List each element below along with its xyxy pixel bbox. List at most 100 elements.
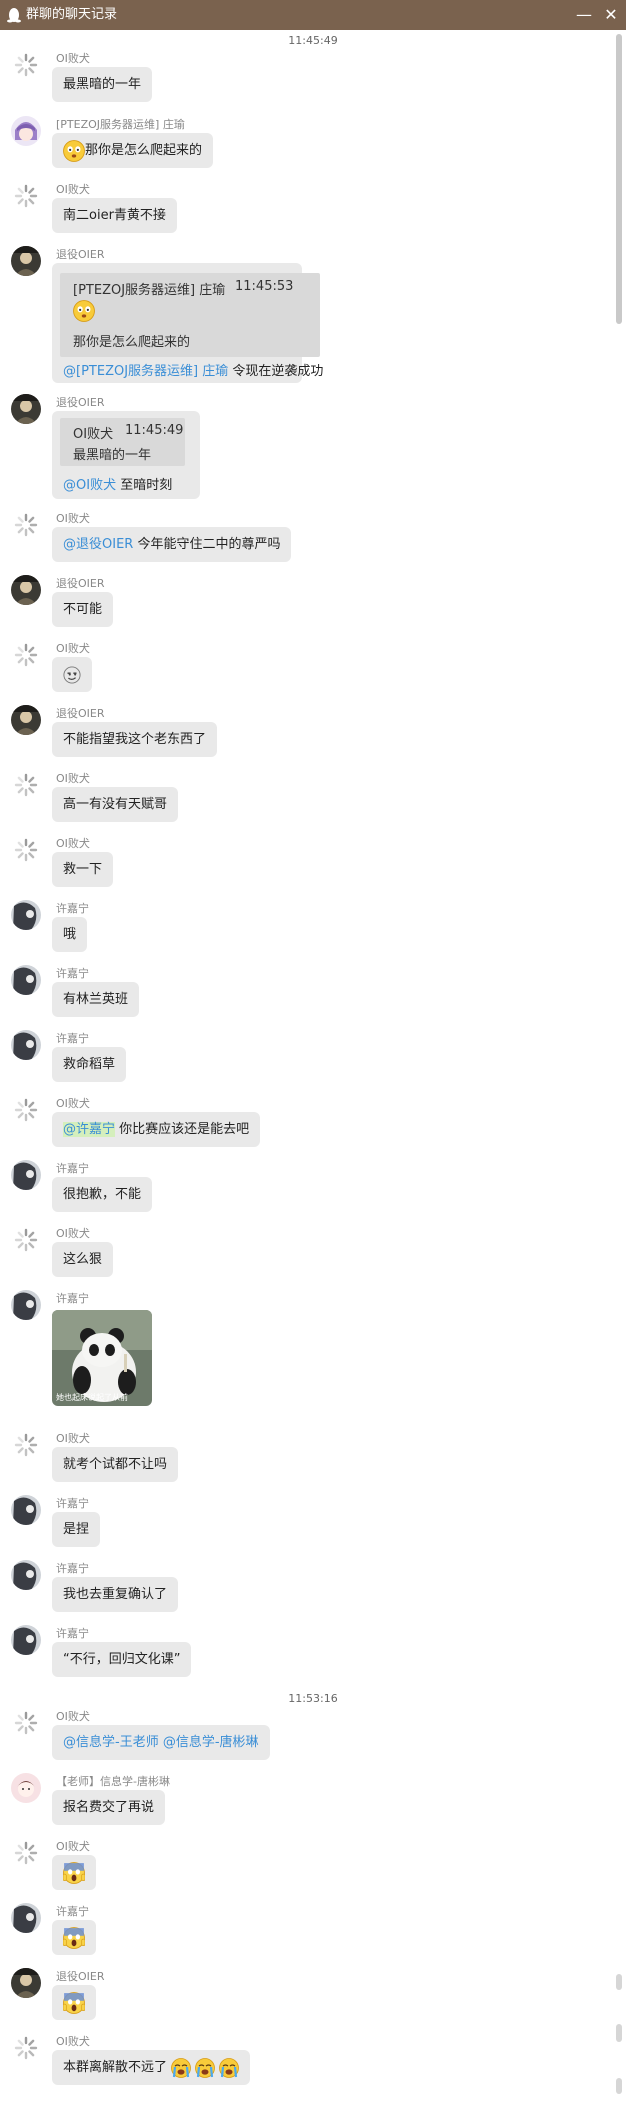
message-text: 今年能守住二中的尊严吗: [137, 537, 281, 552]
scream-emoji-icon: [63, 1861, 85, 1884]
message-bubble[interactable]: [52, 1920, 96, 1955]
user-avatar[interactable]: [11, 1160, 41, 1190]
quote-text: 那你是怎么爬起来的: [73, 335, 191, 350]
sender-name: 许嘉宁: [56, 1905, 89, 1918]
message-bubble[interactable]: [52, 1985, 96, 2020]
message-bubble[interactable]: 南二oier青黄不接: [52, 198, 177, 233]
scrollbar-track[interactable]: [614, 30, 626, 2116]
user-avatar[interactable]: [11, 1495, 41, 1525]
sender-name: 退役OIER: [56, 577, 105, 590]
mention-link[interactable]: @[PTEZOJ服务器运维] 庄瑜: [63, 364, 228, 379]
message-bubble[interactable]: 本群离解散不远了: [52, 2050, 251, 2085]
message-bubble[interactable]: 就考个试都不让吗: [52, 1447, 179, 1482]
message-bubble[interactable]: @信息学-王老师 @信息学-唐彬琳: [52, 1725, 270, 1760]
user-avatar[interactable]: [11, 1625, 41, 1655]
user-avatar[interactable]: [11, 1290, 41, 1320]
user-avatar[interactable]: [11, 575, 41, 605]
loading-avatar-icon[interactable]: [11, 181, 41, 211]
quoted-message[interactable]: [PTEZOJ服务器运维] 庄瑜 11:45:53 那你是怎么爬起来的: [60, 273, 320, 357]
quoted-message[interactable]: OI败犬 11:45:49 最黑暗的一年: [60, 418, 185, 466]
window-title: 群聊的聊天记录: [26, 7, 118, 22]
sender-name: OI败犬: [56, 512, 90, 525]
message-bubble[interactable]: 不能指望我这个老东西了: [52, 722, 218, 757]
loading-avatar-icon[interactable]: [11, 1838, 41, 1868]
message-bubble[interactable]: 最黑暗的一年: [52, 67, 153, 102]
sender-name: 【老师】信息学-唐彬琳: [56, 1775, 170, 1788]
loading-avatar-icon[interactable]: [11, 640, 41, 670]
loading-avatar-icon[interactable]: [11, 1225, 41, 1255]
message-bubble[interactable]: 很抱歉，不能: [52, 1177, 153, 1212]
mention-link[interactable]: @退役OIER: [63, 537, 133, 552]
message-bubble[interactable]: 高一有没有天赋哥: [52, 787, 179, 822]
message-bubble[interactable]: 这么狠: [52, 1242, 114, 1277]
sender-name: 退役OIER: [56, 396, 105, 409]
message-bubble[interactable]: “不行，回归文化课”: [52, 1642, 192, 1677]
scrollbar-segment: [616, 1974, 622, 1990]
message-bubble[interactable]: 哦: [52, 917, 88, 952]
message-bubble[interactable]: 救命稻草: [52, 1047, 127, 1082]
loading-avatar-icon[interactable]: [11, 835, 41, 865]
mention-link[interactable]: @许嘉宁: [63, 1122, 116, 1137]
message-bubble[interactable]: 救一下: [52, 852, 114, 887]
message-text: 这么狠: [63, 1252, 103, 1267]
scrollbar-thumb[interactable]: [616, 34, 622, 324]
message-text: 报名费交了再说: [63, 1800, 155, 1815]
minimize-button[interactable]: —: [571, 3, 597, 27]
user-avatar[interactable]: [11, 705, 41, 735]
loading-avatar-icon[interactable]: [11, 1095, 41, 1125]
mention-link[interactable]: @信息学-王老师: [63, 1735, 159, 1750]
teacher-avatar[interactable]: [11, 1773, 41, 1803]
user-avatar[interactable]: [11, 394, 41, 424]
sender-name: 许嘉宁: [56, 1162, 89, 1175]
user-avatar[interactable]: [11, 246, 41, 276]
mention-link[interactable]: @OI败犬: [63, 478, 116, 493]
message-text: 救命稻草: [63, 1057, 116, 1072]
sender-name: OI败犬: [56, 772, 90, 785]
loading-avatar-icon[interactable]: [11, 1430, 41, 1460]
smirk-emoji-icon: [63, 665, 81, 684]
quote-text: 最黑暗的一年: [73, 448, 152, 463]
message-bubble[interactable]: @许嘉宁 你比赛应该还是能去吧: [52, 1112, 261, 1147]
message-text: 令现在逆袭成功: [232, 364, 324, 379]
message-bubble[interactable]: 报名费交了再说: [52, 1790, 166, 1825]
sender-name: OI败犬: [56, 1227, 90, 1240]
message-text: 南二oier青黄不接: [63, 208, 166, 223]
scream-emoji-icon: [63, 1926, 85, 1949]
message-bubble[interactable]: 是捏: [52, 1512, 101, 1547]
scrollbar-segment: [616, 2078, 622, 2094]
anime-girl-avatar[interactable]: [11, 116, 41, 146]
message-text: 我也去重复确认了: [63, 1587, 168, 1602]
user-avatar[interactable]: [11, 1560, 41, 1590]
user-avatar[interactable]: [11, 965, 41, 995]
message-bubble[interactable]: [52, 1855, 96, 1890]
loading-avatar-icon[interactable]: [11, 1708, 41, 1738]
sob-emoji-icon: [171, 2057, 192, 2078]
message-text: 救一下: [63, 862, 103, 877]
message-text: “不行，回归文化课”: [63, 1652, 181, 1667]
title-bar: 群聊的聊天记录 — ✕: [0, 0, 626, 30]
chat-history[interactable]: 11:45:49 OI败犬 最黑暗的一年 [PTEZOJ服务器运维] 庄瑜 那你…: [0, 30, 614, 2116]
message-bubble[interactable]: 我也去重复确认了: [52, 1577, 179, 1612]
sender-name: OI败犬: [56, 1840, 90, 1853]
message-text: 你比赛应该还是能去吧: [119, 1122, 250, 1137]
message-bubble[interactable]: [52, 657, 92, 692]
sender-name: 许嘉宁: [56, 902, 89, 915]
message-bubble[interactable]: @退役OIER 今年能守住二中的尊严吗: [52, 527, 292, 562]
user-avatar[interactable]: [11, 1968, 41, 1998]
sender-name: 许嘉宁: [56, 967, 89, 980]
loading-avatar-icon[interactable]: [11, 510, 41, 540]
sender-name: OI败犬: [56, 837, 90, 850]
mention-link[interactable]: @信息学-唐彬琳: [163, 1735, 259, 1750]
message-bubble[interactable]: 有林兰英班: [52, 982, 140, 1017]
sender-name: [PTEZOJ服务器运维] 庄瑜: [56, 118, 185, 131]
message-bubble[interactable]: 不可能: [52, 592, 114, 627]
loading-avatar-icon[interactable]: [11, 2033, 41, 2063]
loading-avatar-icon[interactable]: [11, 50, 41, 80]
user-avatar[interactable]: [11, 1030, 41, 1060]
message-bubble[interactable]: 那你是怎么爬起来的: [52, 133, 214, 168]
user-avatar[interactable]: [11, 1903, 41, 1933]
close-button[interactable]: ✕: [598, 3, 624, 27]
loading-avatar-icon[interactable]: [11, 770, 41, 800]
panda-sticker-image[interactable]: 她也起床说起了从前: [52, 1310, 152, 1406]
user-avatar[interactable]: [11, 900, 41, 930]
